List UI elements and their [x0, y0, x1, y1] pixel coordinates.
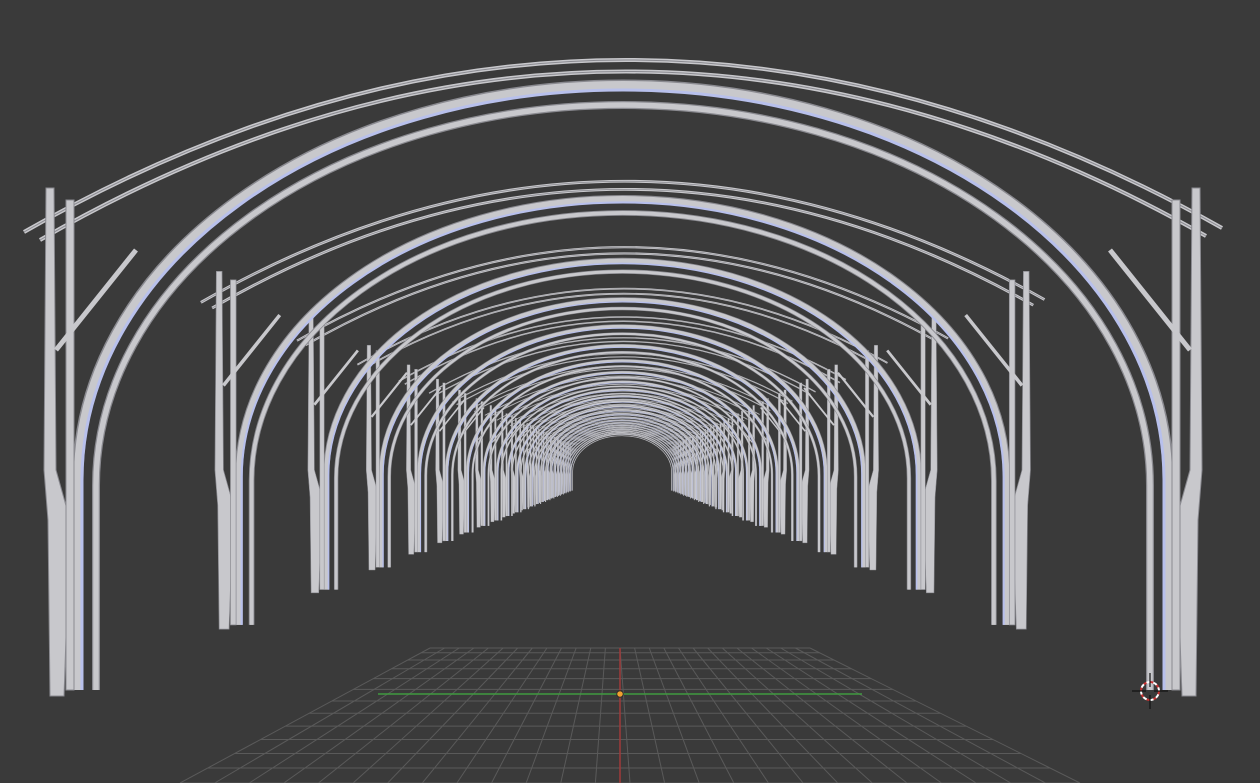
grid-line	[751, 647, 942, 783]
grid-line	[214, 647, 445, 783]
support-column	[719, 421, 722, 510]
support-column	[920, 322, 926, 590]
arch-rib	[444, 344, 800, 541]
grid-line	[619, 647, 631, 783]
support-column	[230, 279, 237, 626]
axis-lines	[378, 648, 862, 783]
grid-line	[795, 647, 1046, 783]
arch-frame	[558, 426, 686, 495]
support-column	[494, 407, 497, 521]
greenhouse-frame-mesh[interactable]	[23, 58, 1223, 697]
support-column	[761, 401, 764, 526]
3d-viewport[interactable]	[0, 0, 1260, 783]
support-column	[1008, 279, 1016, 626]
support-column	[505, 413, 508, 517]
grid-line	[560, 647, 592, 783]
grid-line	[707, 647, 839, 783]
grid-line	[780, 647, 1012, 783]
origin-point-icon	[616, 690, 624, 698]
grid-line	[634, 647, 666, 783]
support-column	[748, 407, 751, 521]
grid-line	[179, 647, 431, 783]
viewport-scene[interactable]	[0, 0, 1260, 783]
support-column	[865, 350, 870, 568]
support-column	[522, 421, 525, 510]
arch-frame	[561, 428, 684, 494]
support-column	[375, 350, 380, 568]
grid-line	[692, 647, 804, 783]
support-column	[319, 322, 325, 590]
grid-line	[736, 647, 908, 783]
arch-rib	[445, 344, 800, 541]
support-column	[480, 401, 484, 526]
support-column	[1171, 199, 1181, 691]
support-column	[65, 199, 75, 691]
grid-line	[318, 647, 489, 783]
grid-line	[594, 647, 606, 783]
grid-line	[387, 647, 519, 783]
support-column	[736, 413, 739, 517]
grid-line	[283, 647, 475, 783]
grid-line	[421, 647, 533, 783]
floor-grid	[179, 647, 1081, 783]
